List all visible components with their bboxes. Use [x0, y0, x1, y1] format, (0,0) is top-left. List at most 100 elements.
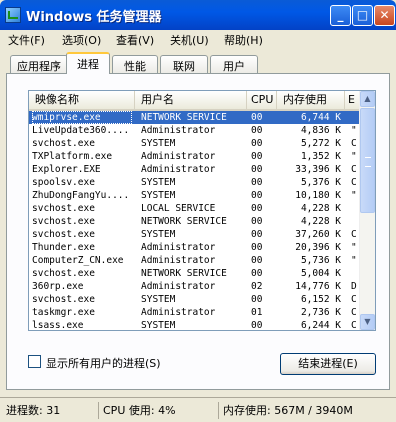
cell-memory: 20,396 K	[295, 242, 341, 253]
status-process-count: 进程数: 31	[6, 404, 61, 417]
cell-user-name: SYSTEM	[141, 138, 176, 149]
cell-user-name: Administrator	[141, 151, 216, 162]
table-row[interactable]: ComputerZ_CN.exe Administrator 00 5,736 K "	[29, 254, 361, 267]
cell-cpu: 00	[251, 294, 263, 305]
cell-memory: 6,244 K	[300, 320, 341, 331]
table-row[interactable]: svchost.exe NETWORK SERVICE 00 4,228 K	[29, 215, 361, 228]
table-row[interactable]: lsass.exe SYSTEM 00 6,244 KC	[29, 319, 361, 331]
table-row[interactable]: wmiprvse.exe NETWORK SERVICE 00 6,744 K	[29, 111, 361, 124]
table-row[interactable]: svchost.exe SYSTEM 00 6,152 KC	[29, 293, 361, 306]
cell-user-name: SYSTEM	[141, 320, 176, 331]
status-bar: 进程数: 31 CPU 使用: 4% 内存使用: 567M / 3940M	[0, 397, 396, 422]
cell-cpu: 00	[251, 125, 263, 136]
cell-user-name: SYSTEM	[141, 177, 176, 188]
cell-memory: 6,152 K	[300, 294, 341, 305]
status-cpu-usage: CPU 使用: 4%	[98, 402, 216, 419]
cell-cpu: 02	[251, 281, 263, 292]
cell-user-name: NETWORK SERVICE	[141, 216, 227, 227]
cell-image-name: LiveUpdate360....	[32, 125, 130, 136]
cell-user-name: Administrator	[141, 125, 216, 136]
cell-memory: 2,736 K	[300, 307, 341, 318]
cell-image-name: TXPlatform.exe	[32, 151, 113, 162]
cell-cpu: 00	[251, 242, 263, 253]
cell-image-name: 360rp.exe	[32, 281, 84, 292]
menu-file[interactable]: 文件(F)	[8, 32, 45, 48]
cell-image-name: wmiprvse.exe	[32, 111, 132, 124]
cell-memory: 5,272 K	[300, 138, 341, 149]
cell-image-name: taskmgr.exe	[32, 307, 95, 318]
cell-user-name: Administrator	[141, 307, 216, 318]
cell-cpu: 00	[251, 203, 263, 214]
table-row[interactable]: taskmgr.exe Administrator 01 2,736 KC	[29, 306, 361, 319]
table-row[interactable]: TXPlatform.exe Administrator 00 1,352 K "	[29, 150, 361, 163]
table-row[interactable]: LiveUpdate360.... Administrator 00 4,836 K "	[29, 124, 361, 137]
table-row[interactable]: Thunder.exe Administrator 00 20,396 K "	[29, 241, 361, 254]
tab-processes[interactable]: 进程	[66, 52, 110, 74]
column-memory[interactable]: 内存使用	[277, 91, 345, 109]
table-row[interactable]: svchost.exe SYSTEM 00 37,260 KC	[29, 228, 361, 241]
cell-image-name: ZhuDongFangYu....	[32, 190, 130, 201]
cell-image-name: svchost.exe	[32, 216, 95, 227]
cell-cpu: 00	[251, 255, 263, 266]
cell-memory: 4,228 K	[300, 203, 341, 214]
table-row[interactable]: svchost.exe SYSTEM 00 5,272 KC	[29, 137, 361, 150]
show-all-users-checkbox[interactable]	[28, 355, 41, 368]
cell-image-name: Thunder.exe	[32, 242, 95, 253]
scroll-up-button[interactable]: ▲	[360, 91, 375, 107]
tab-applications[interactable]: 应用程序	[10, 55, 68, 73]
cell-user-name: SYSTEM	[141, 294, 176, 305]
column-user-name[interactable]: 用户名	[135, 91, 247, 109]
title-bar[interactable]: Windows 任务管理器 _ □ ✕	[0, 0, 396, 30]
list-header: 映像名称 用户名 CPU 内存使用 E	[29, 91, 361, 111]
table-row[interactable]: ZhuDongFangYu.... SYSTEM 00 10,180 K "	[29, 189, 361, 202]
scroll-down-button[interactable]: ▼	[360, 314, 375, 330]
process-list[interactable]: 映像名称 用户名 CPU 内存使用 E wmiprvse.exe NETWORK …	[28, 90, 376, 331]
close-button[interactable]: ✕	[374, 5, 395, 26]
table-row[interactable]: svchost.exe LOCAL SERVICE 00 4,228 K	[29, 202, 361, 215]
column-cpu[interactable]: CPU	[247, 91, 277, 109]
table-row[interactable]: Explorer.EXE Administrator 00 33,396 KC	[29, 163, 361, 176]
tab-networking[interactable]: 联网	[160, 55, 208, 73]
cell-cpu: 01	[251, 307, 263, 318]
table-row[interactable]: svchost.exe NETWORK SERVICE 00 5,004 K	[29, 267, 361, 280]
cell-memory: 5,004 K	[300, 268, 341, 279]
cell-image-name: svchost.exe	[32, 294, 95, 305]
cell-memory: 6,744 K	[300, 112, 341, 123]
menu-help[interactable]: 帮助(H)	[224, 32, 263, 48]
cell-user-name: Administrator	[141, 281, 216, 292]
minimize-button[interactable]: _	[330, 5, 351, 26]
cell-memory: 5,376 K	[300, 177, 341, 188]
cell-cpu: 00	[251, 112, 263, 123]
vertical-scrollbar[interactable]: ▲ ▼	[359, 91, 375, 330]
menu-options[interactable]: 选项(O)	[62, 32, 101, 48]
tab-performance[interactable]: 性能	[112, 55, 158, 73]
cell-cpu: 00	[251, 268, 263, 279]
cell-image-name: Explorer.EXE	[32, 164, 101, 175]
cell-user-name: Administrator	[141, 242, 216, 253]
table-row[interactable]: spoolsv.exe SYSTEM 00 5,376 KC	[29, 176, 361, 189]
cell-user-name: Administrator	[141, 255, 216, 266]
menu-shutdown[interactable]: 关机(U)	[170, 32, 209, 48]
cell-memory: 4,228 K	[300, 216, 341, 227]
cell-image-name: svchost.exe	[32, 229, 95, 240]
show-all-users-label[interactable]: 显示所有用户的进程(S)	[46, 355, 161, 371]
cell-cpu: 00	[251, 138, 263, 149]
menu-bar: 文件(F) 选项(O) 查看(V) 关机(U) 帮助(H)	[0, 30, 396, 50]
cell-memory: 14,776 K	[295, 281, 341, 292]
cell-cpu: 00	[251, 177, 263, 188]
cell-user-name: NETWORK SERVICE	[141, 268, 227, 279]
menu-view[interactable]: 查看(V)	[116, 32, 154, 48]
status-memory-usage: 内存使用: 567M / 3940M	[218, 402, 394, 419]
cell-user-name: SYSTEM	[141, 229, 176, 240]
table-row[interactable]: 360rp.exe Administrator 02 14,776 KD	[29, 280, 361, 293]
cell-cpu: 00	[251, 216, 263, 227]
maximize-button[interactable]: □	[352, 5, 373, 26]
window-title: Windows 任务管理器	[26, 10, 162, 25]
tab-users[interactable]: 用户	[210, 55, 258, 73]
cell-image-name: spoolsv.exe	[32, 177, 95, 188]
scroll-thumb[interactable]	[360, 108, 375, 213]
end-process-button[interactable]: 结束进程(E)	[280, 353, 376, 375]
column-image-name[interactable]: 映像名称	[29, 91, 135, 109]
cell-cpu: 00	[251, 190, 263, 201]
cell-memory: 33,396 K	[295, 164, 341, 175]
